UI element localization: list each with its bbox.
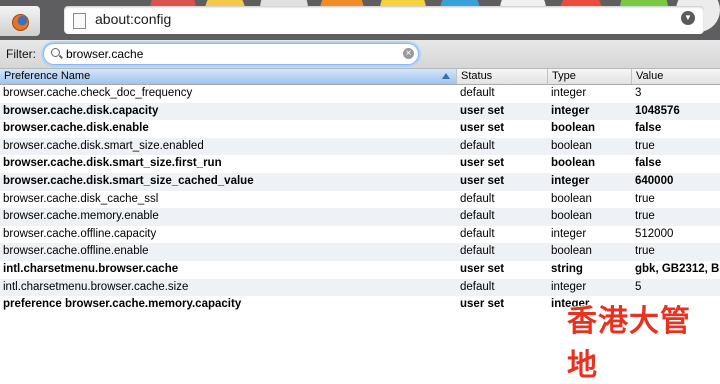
sort-ascending-icon (442, 73, 450, 79)
toolbar: about:config ▼ (0, 0, 720, 40)
url-text: about:config (95, 11, 172, 27)
value-cell: true (635, 192, 655, 205)
type-cell: boolean (551, 157, 596, 170)
watermark-logo: 香港大管地 (567, 304, 691, 384)
filter-label: Filter: (6, 47, 36, 61)
page-icon (73, 13, 86, 29)
value-cell: true (635, 245, 655, 258)
table-row[interactable]: intl.charsetmenu.browser.cache.size defa… (0, 278, 720, 297)
type-cell: integer (551, 227, 587, 240)
preference-name-cell: browser.cache.offline.enable (3, 245, 149, 258)
clear-search-icon[interactable]: × (403, 48, 414, 59)
table-header: Preference Name Status Type Value (0, 69, 720, 85)
table-row[interactable]: browser.cache.disk_cache_ssl default boo… (0, 191, 720, 209)
column-header-label: Value (636, 70, 664, 82)
value-cell: true (635, 210, 655, 223)
status-cell: user set (460, 262, 505, 275)
table-row[interactable]: browser.cache.disk.capacity user set int… (0, 102, 720, 121)
value-cell: true (635, 139, 655, 152)
filter-bar: Filter: browser.cache × (0, 40, 720, 69)
status-cell: user set (460, 122, 505, 135)
table-row[interactable]: intl.charsetmenu.browser.cache user set … (0, 261, 720, 279)
type-cell: integer (551, 87, 587, 99)
filter-search-input[interactable]: browser.cache × (43, 43, 419, 65)
status-cell: user set (460, 157, 505, 170)
preference-name-cell: browser.cache.disk.smart_size_cached_val… (3, 174, 254, 187)
status-cell: default (460, 245, 495, 258)
table-row[interactable]: browser.cache.disk.smart_size_cached_val… (0, 172, 720, 191)
preference-name-cell: browser.cache.disk.enable (3, 122, 149, 135)
status-cell: user set (460, 104, 505, 117)
table-row[interactable]: browser.cache.offline.capacity default i… (0, 226, 720, 244)
value-cell: gbk, GB2312, Bi (635, 262, 720, 275)
value-cell: false (635, 122, 662, 135)
filter-search-text: browser.cache (66, 47, 144, 61)
column-header-status[interactable]: Status (456, 69, 547, 84)
status-cell: default (460, 227, 495, 240)
column-header-label: Preference Name (4, 70, 91, 82)
table-row[interactable]: browser.cache.disk.smart_size.enabled de… (0, 137, 720, 156)
column-header-type[interactable]: Type (547, 69, 631, 84)
value-cell: false (635, 157, 662, 170)
firefox-icon (12, 14, 29, 31)
column-header-label: Status (461, 70, 493, 82)
column-header-label: Type (552, 70, 576, 82)
value-cell: 640000 (635, 174, 674, 187)
status-cell: default (460, 192, 495, 205)
table-row[interactable]: browser.cache.check_doc_frequency defaul… (0, 85, 720, 103)
value-cell: 3 (635, 87, 642, 99)
table-row[interactable]: browser.cache.offline.enable default boo… (0, 243, 720, 261)
value-cell: 512000 (635, 227, 674, 240)
preferences-list: browser.cache.check_doc_frequency defaul… (0, 85, 720, 314)
type-cell: boolean (551, 210, 592, 223)
search-icon (51, 48, 60, 57)
url-bar[interactable]: about:config ▼ (64, 6, 704, 34)
status-cell: default (460, 87, 495, 99)
value-cell: 5 (635, 280, 642, 293)
status-cell: default (460, 139, 495, 152)
status-cell: user set (460, 298, 505, 311)
table-row[interactable]: browser.cache.memory.enable default bool… (0, 208, 720, 226)
type-cell: integer (551, 280, 587, 293)
status-cell: default (460, 210, 495, 223)
type-cell: boolean (551, 139, 592, 152)
preference-name-cell: browser.cache.check_doc_frequency (3, 87, 193, 99)
status-cell: user set (460, 174, 505, 187)
preference-name-cell: intl.charsetmenu.browser.cache (3, 262, 179, 275)
type-cell: boolean (551, 192, 592, 205)
preference-name-cell: browser.cache.memory.enable (3, 210, 159, 223)
preference-name-cell: browser.cache.disk.smart_size.enabled (3, 139, 204, 152)
browser-button[interactable] (0, 6, 40, 36)
status-cell: default (460, 280, 495, 293)
type-cell: boolean (551, 122, 596, 135)
preference-name-cell: browser.cache.disk_cache_ssl (3, 192, 159, 205)
table-row[interactable]: browser.cache.disk.smart_size.first_run … (0, 155, 720, 173)
column-header-preference-name[interactable]: Preference Name (0, 69, 456, 84)
type-cell: integer (551, 104, 590, 117)
preference-name-cell: browser.cache.disk.smart_size.first_run (3, 157, 222, 170)
type-cell: string (551, 262, 583, 275)
preference-name-cell: browser.cache.offline.capacity (3, 227, 157, 240)
preference-name-cell: intl.charsetmenu.browser.cache.size (3, 280, 189, 293)
column-header-value[interactable]: Value (631, 69, 720, 84)
type-cell: integer (551, 174, 590, 187)
type-cell: boolean (551, 245, 592, 258)
value-cell: 1048576 (635, 104, 680, 117)
table-row[interactable]: browser.cache.disk.enable user set boole… (0, 120, 720, 138)
preference-name-cell: preference browser.cache.memory.capacity (3, 298, 242, 311)
preference-name-cell: browser.cache.disk.capacity (3, 104, 159, 117)
url-dropdown-icon[interactable]: ▼ (681, 11, 695, 25)
